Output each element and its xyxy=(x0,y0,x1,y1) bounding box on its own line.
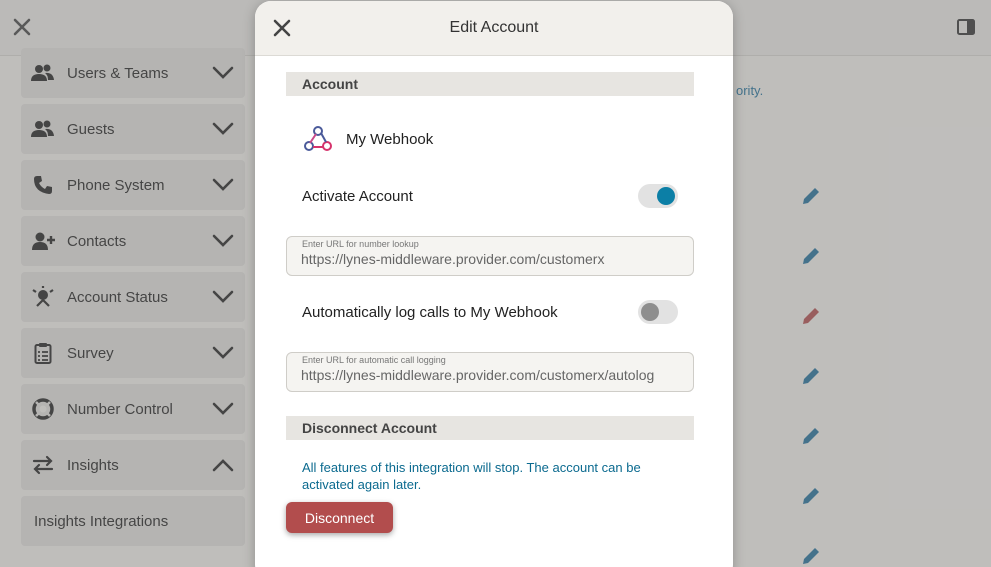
activate-account-toggle[interactable] xyxy=(638,184,678,208)
field-label: Enter URL for automatic call logging xyxy=(302,355,446,365)
modal-title: Edit Account xyxy=(449,19,539,36)
auto-log-url-input[interactable] xyxy=(301,367,679,383)
disconnect-button[interactable]: Disconnect xyxy=(286,502,393,533)
toggle-knob xyxy=(641,303,659,321)
activate-account-label: Activate Account xyxy=(302,188,413,205)
modal-header: Edit Account xyxy=(255,1,733,56)
number-lookup-url-field[interactable]: Enter URL for number lookup xyxy=(286,236,694,276)
toggle-knob xyxy=(657,187,675,205)
auto-log-url-field[interactable]: Enter URL for automatic call logging xyxy=(286,352,694,392)
section-header-account: Account xyxy=(286,72,694,96)
account-name: My Webhook xyxy=(346,130,434,148)
section-header-disconnect: Disconnect Account xyxy=(286,416,694,440)
field-label: Enter URL for number lookup xyxy=(302,239,419,249)
auto-log-calls-toggle[interactable] xyxy=(638,300,678,324)
auto-log-calls-label: Automatically log calls to My Webhook xyxy=(302,304,558,321)
edit-account-modal: Edit Account Account My Webhook Activate… xyxy=(255,1,733,567)
account-row: My Webhook xyxy=(302,123,433,155)
disconnect-warning: All features of this integration will st… xyxy=(302,460,641,492)
number-lookup-url-input[interactable] xyxy=(301,251,679,267)
close-icon[interactable] xyxy=(273,19,291,37)
webhook-icon xyxy=(304,126,332,151)
